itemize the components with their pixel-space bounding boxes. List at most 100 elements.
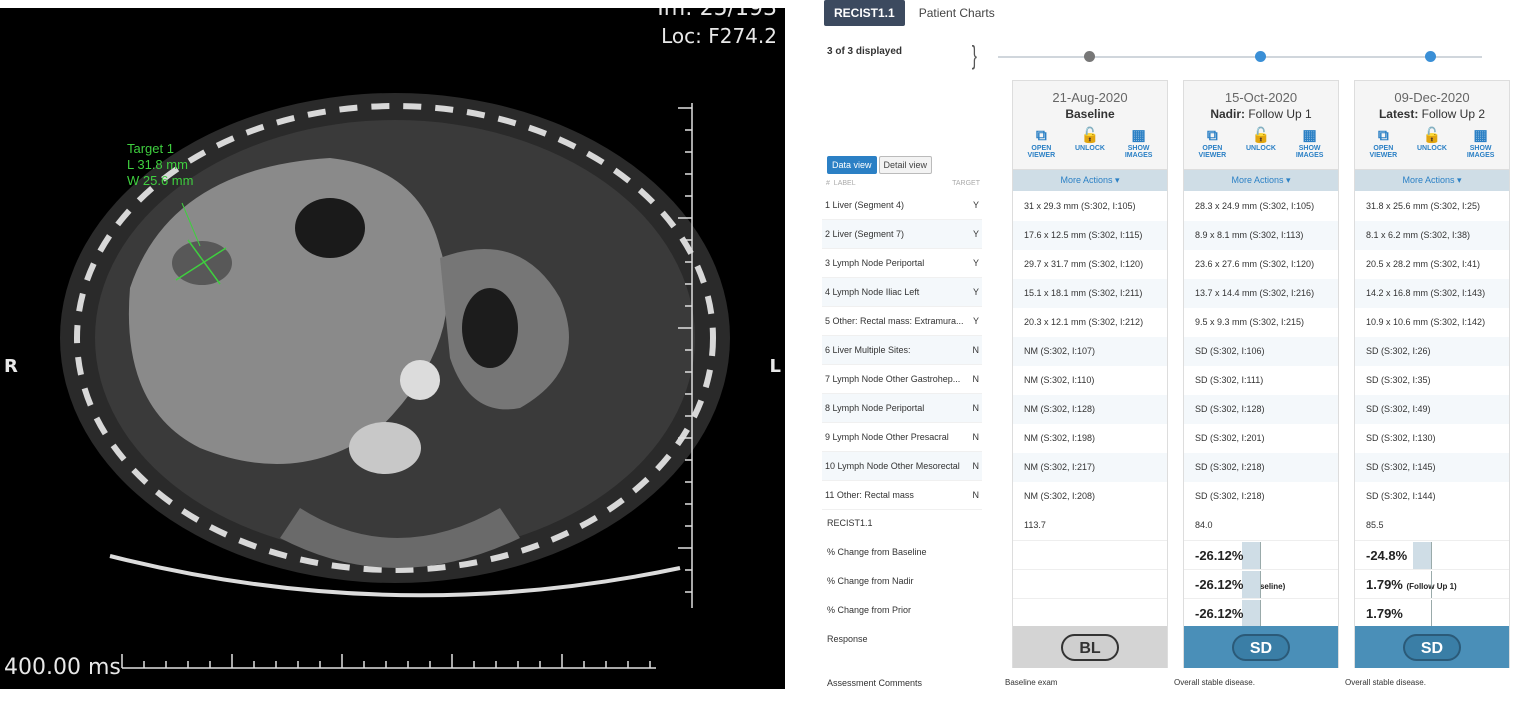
more-actions-dropdown[interactable]: More Actions ▾ [1355, 170, 1509, 191]
recist-panel: RECIST1.1 Patient Charts 3 of 3 displaye… [812, 0, 1536, 701]
open-viewer-button[interactable]: ⧉ OPEN VIEWER [1361, 127, 1405, 159]
show-images-button[interactable]: ▦ SHOW IMAGES [1288, 127, 1332, 159]
change-bar [1242, 542, 1261, 569]
measurement-cell[interactable]: SD (S:302, I:218) [1184, 482, 1338, 511]
lesion-target-flag: Y [972, 229, 979, 239]
measurement-cell[interactable]: NM (S:302, I:128) [1013, 395, 1167, 424]
measurement-cell[interactable]: 28.3 x 24.9 mm (S:302, I:105) [1184, 192, 1338, 221]
measurement-cell[interactable]: NM (S:302, I:198) [1013, 424, 1167, 453]
lesion-label: 8 Lymph Node Periportal [825, 403, 925, 413]
ct-image-viewer[interactable]: Im: 25/193 Loc: F274.2 R L 400.00 ms Tar… [0, 8, 785, 689]
show-images-button[interactable]: ▦ SHOW IMAGES [1117, 127, 1161, 159]
lesion-row[interactable]: 1 Liver (Segment 4) Y [822, 191, 982, 220]
image-number-readout: Im: 25/193 [657, 8, 777, 21]
unlock-button[interactable]: 🔓 UNLOCK [1410, 127, 1454, 159]
measurement-cell[interactable]: 23.6 x 27.6 mm (S:302, I:120) [1184, 250, 1338, 279]
lesion-label: 3 Lymph Node Periportal [825, 258, 925, 268]
tab-recist[interactable]: RECIST1.1 [824, 0, 905, 26]
lesion-row[interactable]: 11 Other: Rectal mass N [822, 481, 982, 510]
lesion-label: 7 Lymph Node Other Gastrohep... [825, 374, 961, 384]
timepoint-header: 21-Aug-2020 Baseline ⧉ OPEN VIEWER 🔓 UNLOCK ▦ SH… [1013, 81, 1167, 170]
timepoint-date: 15-Oct-2020 [1224, 90, 1298, 105]
measurement-cell[interactable]: 31.8 x 25.6 mm (S:302, I:25) [1355, 192, 1509, 221]
change-bar-axis [1260, 542, 1261, 569]
response-cell: BL [1013, 626, 1167, 668]
change-value: 1.79% [1366, 577, 1403, 592]
timepoint-header: 15-Oct-2020 Nadir: Follow Up 1 ⧉ OPEN VIEWER… [1184, 81, 1338, 170]
measurement-cell[interactable]: SD (S:302, I:144) [1355, 482, 1509, 511]
timeline-track [998, 56, 1482, 58]
measurement-cell[interactable]: SD (S:302, I:145) [1355, 453, 1509, 482]
lesion-label: 6 Liver Multiple Sites: [825, 345, 911, 355]
measurement-cell[interactable]: 15.1 x 18.1 mm (S:302, I:211) [1013, 279, 1167, 308]
lesion-label: 2 Liver (Segment 7) [825, 229, 905, 239]
view-toggle: Data view Detail view [827, 156, 933, 174]
timeline-dot-follow-up-2[interactable] [1425, 51, 1436, 62]
lesion-label: 11 Other: Rectal mass [825, 490, 914, 500]
measurement-cell[interactable]: SD (S:302, I:35) [1355, 366, 1509, 395]
measurement-cell[interactable]: SD (S:302, I:106) [1184, 337, 1338, 366]
measurement-cell[interactable]: 29.7 x 31.7 mm (S:302, I:120) [1013, 250, 1167, 279]
show-images-button[interactable]: ▦ SHOW IMAGES [1459, 127, 1503, 159]
measurement-cell[interactable]: NM (S:302, I:107) [1013, 337, 1167, 366]
grid-icon: ▦ [1302, 127, 1317, 144]
more-actions-dropdown[interactable]: More Actions ▾ [1013, 170, 1167, 191]
change-value: -24.8% [1366, 548, 1408, 563]
measurement-cell[interactable]: NM (S:302, I:208) [1013, 482, 1167, 511]
lesion-row[interactable]: 5 Other: Rectal mass: Extramura... Y [822, 307, 982, 336]
data-view-button[interactable]: Data view [827, 156, 877, 174]
unlock-button[interactable]: 🔓 UNLOCK [1068, 127, 1112, 159]
unlock-button[interactable]: 🔓 UNLOCK [1239, 127, 1283, 159]
lesion-row[interactable]: 7 Lymph Node Other Gastrohep... N [822, 365, 982, 394]
detail-view-button[interactable]: Detail view [878, 156, 933, 174]
change-value: -26.12% [1195, 577, 1244, 592]
measurement-cell[interactable]: 8.1 x 6.2 mm (S:302, I:38) [1355, 221, 1509, 250]
lesion-target-flag: N [972, 403, 980, 413]
open-viewer-button[interactable]: ⧉ OPEN VIEWER [1190, 127, 1234, 159]
change-from-baseline-cell: -24.8% [1355, 540, 1509, 569]
measurement-cell[interactable]: 13.7 x 14.4 mm (S:302, I:216) [1184, 279, 1338, 308]
orientation-left-label: L [769, 356, 781, 377]
measurement-cell[interactable]: SD (S:302, I:26) [1355, 337, 1509, 366]
timeline-collapse-icon[interactable]: } [972, 40, 977, 71]
measurement-cell[interactable]: SD (S:302, I:128) [1184, 395, 1338, 424]
lesion-row[interactable]: 10 Lymph Node Other Mesorectal N [822, 452, 982, 481]
grid-icon: ▦ [1131, 127, 1146, 144]
lesion-row[interactable]: 2 Liver (Segment 7) Y [822, 220, 982, 249]
measurement-cell[interactable]: 17.6 x 12.5 mm (S:302, I:115) [1013, 221, 1167, 250]
timeline-dot-follow-up-1[interactable] [1255, 51, 1266, 62]
recist-sum-cell: 85.5 [1366, 520, 1384, 530]
timeline-dot-baseline[interactable] [1084, 51, 1095, 62]
measurement-cell[interactable]: SD (S:302, I:49) [1355, 395, 1509, 424]
measurement-cell[interactable]: 14.2 x 16.8 mm (S:302, I:143) [1355, 279, 1509, 308]
change-from-nadir-cell: 1.79% (Follow Up 1) [1355, 569, 1509, 598]
displayed-count: 3 of 3 displayed [827, 46, 903, 57]
measurement-cell[interactable]: NM (S:302, I:217) [1013, 453, 1167, 482]
measurement-cell[interactable]: 20.3 x 12.1 mm (S:302, I:212) [1013, 308, 1167, 337]
measurement-cell[interactable]: SD (S:302, I:218) [1184, 453, 1338, 482]
measurement-cell[interactable]: 9.5 x 9.3 mm (S:302, I:215) [1184, 308, 1338, 337]
response-badge[interactable]: SD [1403, 634, 1461, 661]
measurement-cell[interactable]: SD (S:302, I:201) [1184, 424, 1338, 453]
more-actions-dropdown[interactable]: More Actions ▾ [1184, 170, 1338, 191]
lesion-row[interactable]: 6 Liver Multiple Sites: N [822, 336, 982, 365]
measurement-cell[interactable]: SD (S:302, I:130) [1355, 424, 1509, 453]
tab-patient-charts[interactable]: Patient Charts [909, 0, 1005, 26]
change-from-nadir-cell: -26.12% (Baseline) [1184, 569, 1338, 598]
response-cell: SD [1355, 626, 1509, 668]
measurement-cell[interactable]: 31 x 29.3 mm (S:302, I:105) [1013, 192, 1167, 221]
lesion-row[interactable]: 9 Lymph Node Other Presacral N [822, 423, 982, 452]
open-viewer-button[interactable]: ⧉ OPEN VIEWER [1019, 127, 1063, 159]
response-badge[interactable]: SD [1232, 634, 1290, 661]
measurement-cell[interactable]: NM (S:302, I:110) [1013, 366, 1167, 395]
measurement-annotation[interactable]: Target 1 L 31.8 mm W 25.6 mm [127, 141, 193, 189]
lesion-row[interactable]: 3 Lymph Node Periportal Y [822, 249, 982, 278]
response-badge[interactable]: BL [1061, 634, 1119, 661]
lesion-row[interactable]: 8 Lymph Node Periportal N [822, 394, 982, 423]
measurement-cell[interactable]: SD (S:302, I:111) [1184, 366, 1338, 395]
measurement-cell[interactable]: 20.5 x 28.2 mm (S:302, I:41) [1355, 250, 1509, 279]
lesion-target-flag: N [972, 461, 980, 471]
lesion-row[interactable]: 4 Lymph Node Iliac Left Y [822, 278, 982, 307]
measurement-cell[interactable]: 10.9 x 10.6 mm (S:302, I:142) [1355, 308, 1509, 337]
measurement-cell[interactable]: 8.9 x 8.1 mm (S:302, I:113) [1184, 221, 1338, 250]
